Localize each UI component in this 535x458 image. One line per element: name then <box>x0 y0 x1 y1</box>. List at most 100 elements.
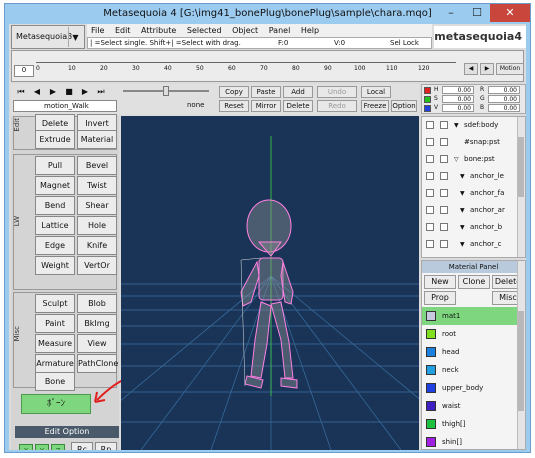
next-frame-icon[interactable]: ▶ <box>79 87 91 97</box>
prop-button[interactable]: Prop <box>424 291 456 305</box>
close-button[interactable]: ✕ <box>490 4 530 22</box>
v-field[interactable]: 0.00 <box>442 104 474 112</box>
expand-icon[interactable]: ▼ <box>460 202 465 219</box>
expand-icon[interactable]: ▼ <box>460 168 465 185</box>
lock-checkbox[interactable] <box>440 172 448 180</box>
edge-command[interactable]: Edge <box>35 236 75 255</box>
rc-button[interactable]: Rc <box>71 442 93 450</box>
object-row[interactable]: ▼ anchor_b <box>422 219 517 236</box>
bend-command[interactable]: Bend <box>35 196 75 215</box>
lock-checkbox[interactable] <box>440 189 448 197</box>
title-bar[interactable]: Metasequoia 4 [G:\img41_bonePlug\bonePlu… <box>5 4 530 24</box>
prev-frame-icon[interactable]: ◀ <box>31 87 43 97</box>
local-button[interactable]: Local <box>361 86 391 98</box>
g-field[interactable]: 0.00 <box>488 95 520 103</box>
blob-command[interactable]: Blob <box>77 294 117 313</box>
minimize-button[interactable]: – <box>438 4 464 22</box>
material-row[interactable]: mat1 <box>422 307 517 325</box>
axis-z-toggle[interactable]: Z <box>51 444 65 450</box>
material-row[interactable]: head <box>422 343 517 361</box>
hole-command[interactable]: Hole <box>77 216 117 235</box>
magnet-command[interactable]: Magnet <box>35 176 75 195</box>
color-swatch[interactable] <box>424 96 431 103</box>
r-field[interactable]: 0.00 <box>488 86 520 94</box>
color-swatch[interactable] <box>424 105 431 112</box>
object-row[interactable]: ▽ bone:pst <box>422 151 517 168</box>
axis-x-toggle[interactable]: X <box>19 444 33 450</box>
expand-icon[interactable]: ▼ <box>460 185 465 202</box>
h-field[interactable]: 0.00 <box>442 86 474 94</box>
visibility-checkbox[interactable] <box>426 240 434 248</box>
object-row[interactable]: ▼ sdef:body <box>422 117 517 134</box>
freeze-button[interactable]: Freeze <box>361 100 389 112</box>
option-button[interactable]: Option <box>391 100 417 112</box>
frame-field[interactable]: 0 <box>14 65 34 77</box>
speed-slider-thumb[interactable] <box>163 86 169 96</box>
visibility-checkbox[interactable] <box>426 172 434 180</box>
redo-button[interactable]: Redo <box>317 100 357 112</box>
visibility-checkbox[interactable] <box>426 206 434 214</box>
lock-checkbox[interactable] <box>440 206 448 214</box>
lattice-command[interactable]: Lattice <box>35 216 75 235</box>
measure-command[interactable]: Measure <box>35 334 75 353</box>
object-row[interactable]: ▼ anchor_ar <box>422 202 517 219</box>
sel-lock-button[interactable]: Sel Lock <box>390 38 419 48</box>
color-swatch[interactable] <box>424 87 431 94</box>
3d-viewport[interactable] <box>121 116 419 450</box>
lock-checkbox[interactable] <box>440 121 448 129</box>
clone-material-button[interactable]: Clone <box>458 275 490 289</box>
vertor-command[interactable]: VertOr <box>77 256 117 275</box>
material-scrollbar[interactable] <box>517 261 525 449</box>
shear-command[interactable]: Shear <box>77 196 117 215</box>
expand-icon[interactable]: ▽ <box>454 151 459 168</box>
axis-y-toggle[interactable]: Y <box>35 444 49 450</box>
menu-attribute[interactable]: Attribute <box>137 24 180 37</box>
visibility-checkbox[interactable] <box>426 155 434 163</box>
scrollbar-thumb[interactable] <box>518 137 524 197</box>
bone-plugin-button[interactable]: ﾎﾞｰﾝ <box>21 394 91 414</box>
material-row[interactable]: thigh[] <box>422 415 517 433</box>
weight-command[interactable]: Weight <box>35 256 75 275</box>
visibility-checkbox[interactable] <box>426 189 434 197</box>
material-row[interactable]: waist <box>422 397 517 415</box>
sculpt-command[interactable]: Sculpt <box>35 294 75 313</box>
visibility-checkbox[interactable] <box>426 223 434 231</box>
object-row[interactable]: ▼ anchor_c <box>422 236 517 253</box>
timeline-ruler[interactable]: 0 10 20 30 40 50 60 70 80 90 100 110 120 <box>36 53 456 77</box>
object-scrollbar[interactable] <box>517 117 525 257</box>
armature-command[interactable]: Armature <box>35 354 75 373</box>
first-frame-icon[interactable]: ⏮ <box>15 87 27 97</box>
mode-selector[interactable]: Metasequoia3 ▼ <box>11 25 85 49</box>
paste-button[interactable]: Paste <box>251 86 281 98</box>
menu-selected[interactable]: Selected <box>183 24 226 37</box>
bevel-command[interactable]: Bevel <box>77 156 117 175</box>
motion-button[interactable]: Motion <box>496 63 524 75</box>
menu-object[interactable]: Object <box>228 24 262 37</box>
menu-file[interactable]: File <box>87 24 108 37</box>
timeline-next-button[interactable]: ▶ <box>480 63 494 75</box>
object-row[interactable]: ▼ anchor_fa <box>422 185 517 202</box>
paint-command[interactable]: Paint <box>35 314 75 333</box>
scrollbar-thumb[interactable] <box>518 311 524 411</box>
s-field[interactable]: 0.00 <box>442 95 474 103</box>
copy-button[interactable]: Copy <box>219 86 249 98</box>
last-frame-icon[interactable]: ⏭ <box>95 87 107 97</box>
view-command[interactable]: View <box>77 334 117 353</box>
rp-button[interactable]: Rp <box>95 442 117 450</box>
material-row[interactable]: upper_body <box>422 379 517 397</box>
stop-icon[interactable]: ■ <box>63 87 75 97</box>
visibility-checkbox[interactable] <box>426 121 434 129</box>
reset-button[interactable]: Reset <box>219 100 249 112</box>
lock-checkbox[interactable] <box>440 223 448 231</box>
bone-command[interactable]: Bone <box>35 372 75 391</box>
mirror-button[interactable]: Mirror <box>251 100 281 112</box>
menu-panel[interactable]: Panel <box>265 24 295 37</box>
lock-checkbox[interactable] <box>440 240 448 248</box>
bkimg-command[interactable]: BkImg <box>77 314 117 333</box>
expand-icon[interactable]: ▼ <box>460 236 465 253</box>
material-row[interactable]: neck <box>422 361 517 379</box>
object-row[interactable]: ▼ anchor_le <box>422 168 517 185</box>
menu-help[interactable]: Help <box>297 24 323 37</box>
add-button[interactable]: Add <box>283 86 313 98</box>
undo-button[interactable]: Undo <box>317 86 357 98</box>
